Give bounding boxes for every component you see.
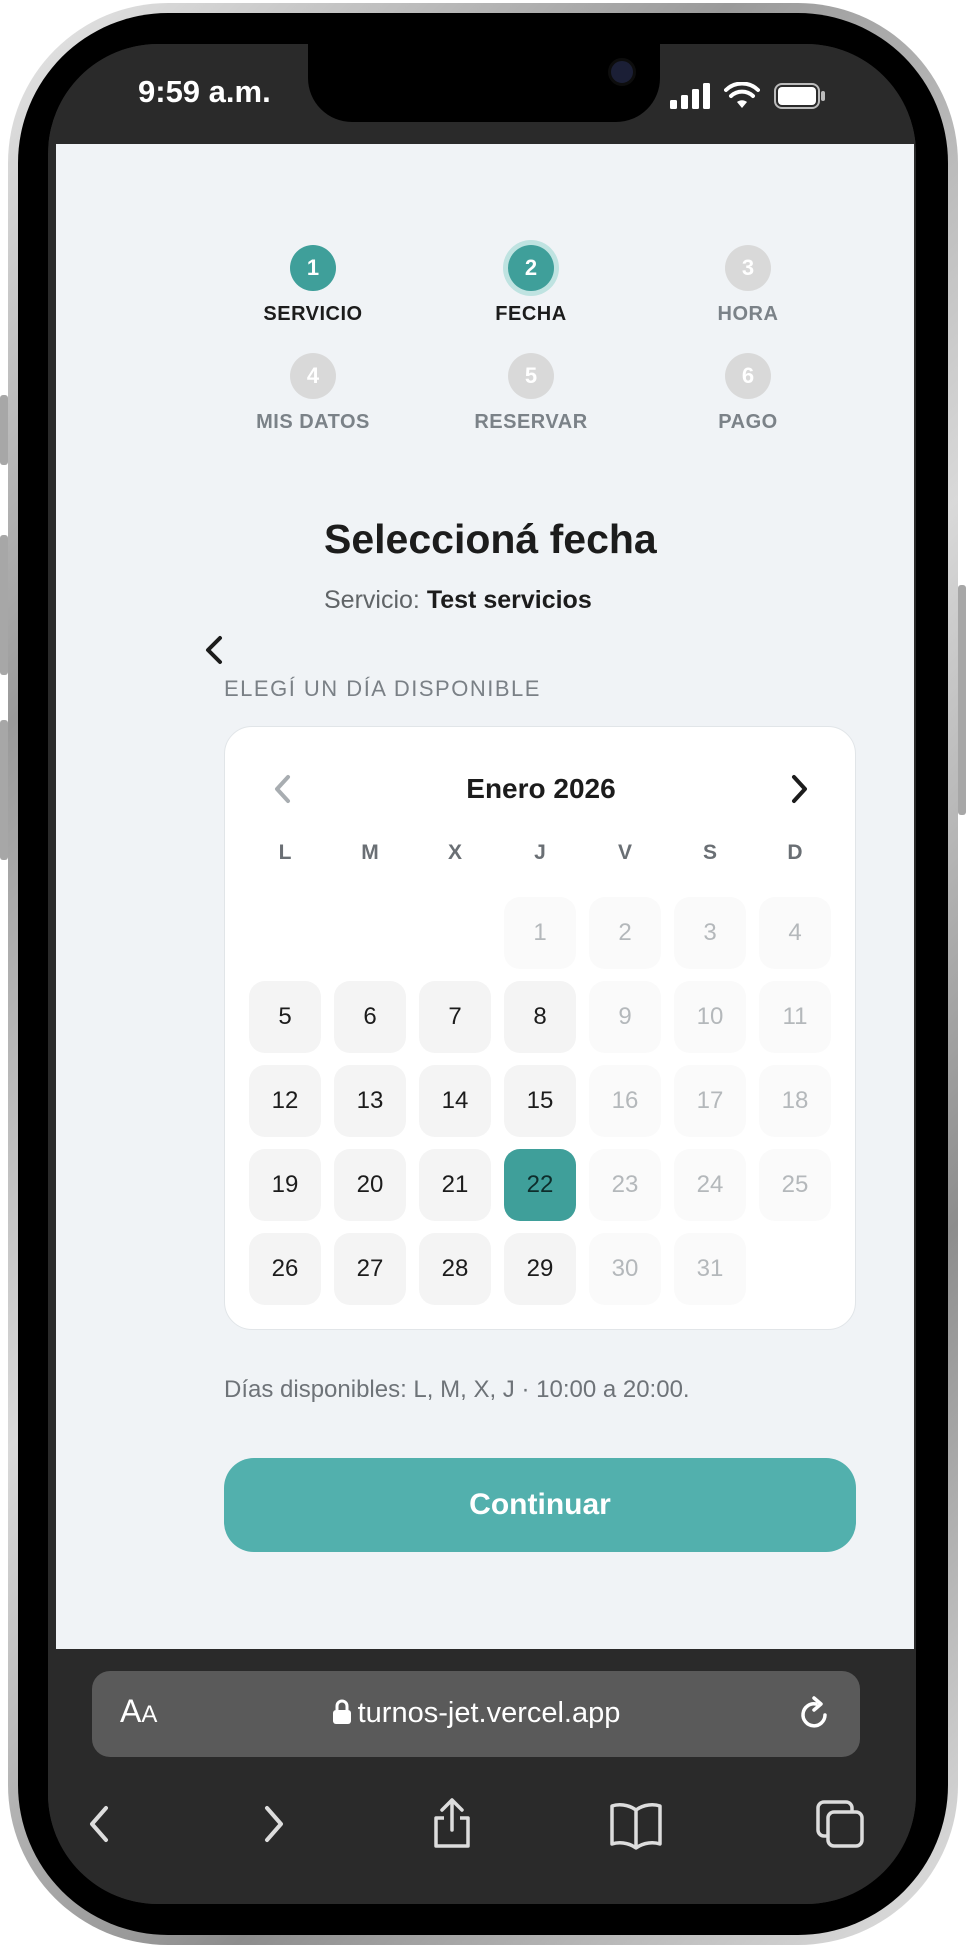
calendar-month-label: Enero 2026 bbox=[466, 773, 616, 804]
calendar-day[interactable]: 6 bbox=[334, 981, 406, 1053]
page-title: Seleccioná fecha bbox=[324, 516, 657, 562]
calendar-day: 10 bbox=[674, 981, 746, 1053]
weekday-label: S bbox=[702, 841, 717, 864]
calendar-day: 16 bbox=[589, 1065, 661, 1137]
calendar-day: 25 bbox=[759, 1149, 831, 1221]
volume-down-button bbox=[0, 720, 8, 860]
step-hora[interactable]: 3 HORA bbox=[648, 245, 848, 326]
calendar-day[interactable]: 14 bbox=[419, 1065, 491, 1137]
calendar-day: 2 bbox=[589, 897, 661, 969]
step-label: MIS DATOS bbox=[256, 411, 370, 433]
step-reservar[interactable]: 5 RESERVAR bbox=[431, 353, 631, 434]
step-label: SERVICIO bbox=[263, 303, 363, 325]
browser-nav bbox=[48, 1794, 916, 1854]
status-bar: 9:59 a.m. bbox=[48, 44, 916, 144]
step-label: RESERVAR bbox=[474, 411, 588, 433]
calendar-blank-cell bbox=[419, 897, 491, 969]
web-content: 1 SERVICIO 2 FECHA 3 HORA 4 MIS DATOS 5 … bbox=[56, 144, 914, 1649]
status-icons bbox=[670, 82, 826, 110]
calendar-blank-cell bbox=[249, 897, 321, 969]
weekday-row: L M X J V S D bbox=[249, 841, 833, 865]
tabs-icon[interactable] bbox=[810, 1794, 870, 1854]
back-button[interactable] bbox=[194, 630, 234, 670]
calendar-day: 31 bbox=[674, 1233, 746, 1305]
step-mis-datos[interactable]: 4 MIS DATOS bbox=[213, 353, 413, 434]
calendar-day: 23 bbox=[589, 1149, 661, 1221]
share-icon[interactable] bbox=[422, 1794, 482, 1854]
step-label: PAGO bbox=[718, 411, 778, 433]
calendar-day[interactable]: 28 bbox=[419, 1233, 491, 1305]
weekday-label: J bbox=[534, 841, 546, 864]
url-text: turnos-jet.vercel.app bbox=[357, 1697, 621, 1729]
book-icon[interactable] bbox=[606, 1794, 666, 1854]
camera-icon bbox=[608, 58, 636, 86]
calendar-day[interactable]: 5 bbox=[249, 981, 321, 1053]
url-display[interactable]: turnos-jet.vercel.app bbox=[92, 1697, 860, 1730]
weekday-label: X bbox=[447, 841, 462, 864]
weekday-label: M bbox=[361, 841, 379, 864]
calendar-day[interactable]: 13 bbox=[334, 1065, 406, 1137]
reload-icon[interactable] bbox=[794, 1693, 834, 1737]
calendar-day: 9 bbox=[589, 981, 661, 1053]
browser-forward-icon[interactable] bbox=[243, 1794, 303, 1854]
next-month-button[interactable] bbox=[779, 767, 819, 811]
calendar-day[interactable]: 26 bbox=[249, 1233, 321, 1305]
weekday-label: L bbox=[278, 841, 292, 864]
calendar-day: 24 bbox=[674, 1149, 746, 1221]
calendar-day: 1 bbox=[504, 897, 576, 969]
calendar-blank-cell bbox=[334, 897, 406, 969]
weekday-label: V bbox=[617, 841, 632, 864]
mute-switch bbox=[0, 395, 8, 465]
calendar: Enero 2026 L M X J V S D 1 2 3 4 5 6 7 8 9 10 11 12… bbox=[224, 726, 856, 1330]
calendar-days-grid: 1 2 3 4 5 6 7 8 9 10 11 12 13 14 15 16 17 18 19 20 21 22 23 24 2… bbox=[249, 897, 833, 1305]
service-prefix: Servicio: bbox=[324, 586, 420, 614]
browser-back-icon[interactable] bbox=[70, 1794, 130, 1854]
signal-icon bbox=[670, 83, 710, 109]
step-label: HORA bbox=[717, 303, 779, 325]
weekday-label: D bbox=[787, 841, 803, 864]
service-name: Test servicios bbox=[426, 586, 592, 614]
notch bbox=[308, 44, 660, 122]
calendar-day: 18 bbox=[759, 1065, 831, 1137]
phone-screen: 9:59 a.m. 1 SERVICIO 2 FECHA 3 HORA 4 MI… bbox=[48, 44, 916, 1904]
lock-icon bbox=[332, 1699, 351, 1724]
step-number: 4 bbox=[290, 353, 336, 399]
step-servicio[interactable]: 1 SERVICIO bbox=[213, 245, 413, 326]
volume-up-button bbox=[0, 535, 8, 675]
address-bar[interactable]: AA turnos-jet.vercel.app bbox=[92, 1671, 860, 1757]
step-pago[interactable]: 6 PAGO bbox=[648, 353, 848, 434]
calendar-day[interactable]: 19 bbox=[249, 1149, 321, 1221]
continue-button[interactable]: Continuar bbox=[224, 1458, 856, 1552]
power-button bbox=[958, 585, 966, 815]
wifi-icon bbox=[724, 82, 760, 108]
step-number: 1 bbox=[290, 245, 336, 291]
calendar-day[interactable]: 29 bbox=[504, 1233, 576, 1305]
step-number: 5 bbox=[508, 353, 554, 399]
calendar-day[interactable]: 7 bbox=[419, 981, 491, 1053]
browser-toolbar: AA turnos-jet.vercel.app bbox=[48, 1649, 916, 1904]
step-number: 2 bbox=[508, 245, 554, 291]
calendar-day[interactable]: 27 bbox=[334, 1233, 406, 1305]
battery-icon bbox=[774, 83, 825, 109]
step-number: 6 bbox=[725, 353, 771, 399]
calendar-day[interactable]: 21 bbox=[419, 1149, 491, 1221]
calendar-day: 11 bbox=[759, 981, 831, 1053]
calendar-day: 30 bbox=[589, 1233, 661, 1305]
step-label: FECHA bbox=[495, 303, 567, 325]
calendar-day-selected[interactable]: 22 bbox=[504, 1149, 576, 1221]
service-subtitle: Servicio: Test servicios bbox=[324, 586, 592, 615]
calendar-day: 17 bbox=[674, 1065, 746, 1137]
calendar-day[interactable]: 12 bbox=[249, 1065, 321, 1137]
calendar-day: 4 bbox=[759, 897, 831, 969]
calendar-day: 3 bbox=[674, 897, 746, 969]
step-number: 3 bbox=[725, 245, 771, 291]
calendar-day[interactable]: 8 bbox=[504, 981, 576, 1053]
calendar-day[interactable]: 15 bbox=[504, 1065, 576, 1137]
status-time: 9:59 a.m. bbox=[138, 74, 271, 109]
step-fecha[interactable]: 2 FECHA bbox=[431, 245, 631, 326]
section-label: ELEGÍ UN DÍA DISPONIBLE bbox=[224, 676, 541, 701]
availability-note: Días disponibles: L, M, X, J · 10:00 a 2… bbox=[224, 1376, 690, 1403]
calendar-header: Enero 2026 bbox=[225, 767, 857, 811]
calendar-day[interactable]: 20 bbox=[334, 1149, 406, 1221]
